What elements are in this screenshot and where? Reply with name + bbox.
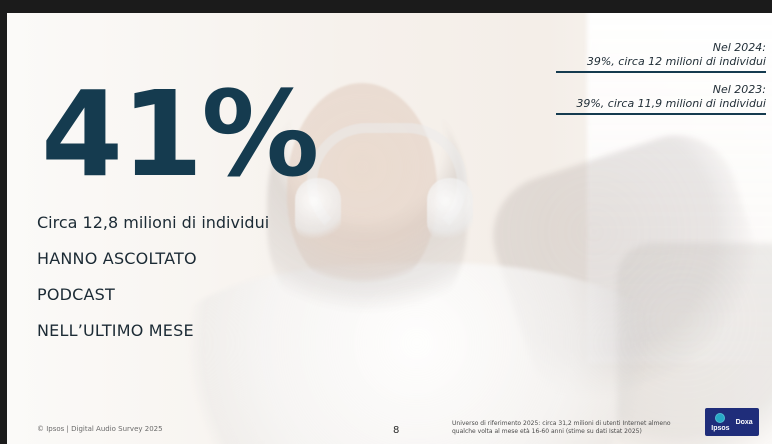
page-number: 8 [393, 425, 400, 436]
doxa-logo-text: Doxa [735, 418, 753, 426]
main-line-2: HANNO ASCOLTATO [37, 249, 197, 268]
ipsos-dot-icon [715, 412, 726, 423]
ipsos-doxa-logo: Ipsos Doxa [705, 408, 759, 436]
year-comparison: Nel 2024: 39%, circa 12 milioni di indiv… [556, 41, 766, 125]
ipsos-logo-mark: Ipsos [711, 412, 730, 432]
year-2024-title: Nel 2024: [712, 41, 766, 54]
big-percent-stat: 41% [41, 65, 319, 203]
main-statement: Circa 12,8 milioni di individui HANNO AS… [37, 205, 357, 349]
screen-frame: 41% Circa 12,8 milioni di individui HANN… [0, 0, 772, 444]
year-2024-value: 39%, circa 12 milioni di individui [556, 55, 766, 73]
year-2023-block: Nel 2023: 39%, circa 11,9 milioni di ind… [556, 83, 766, 115]
footer-copyright: © Ipsos | Digital Audio Survey 2025 [37, 425, 163, 433]
main-line-1: Circa 12,8 milioni di individui [37, 213, 270, 232]
background-right-earcup [427, 178, 473, 244]
main-line-3: PODCAST [37, 285, 116, 304]
background-arm-shadow [477, 120, 772, 416]
main-line-4: NELL’ULTIMO MESE [37, 321, 194, 340]
footer-universe-note: Universo di riferimento 2025: circa 31,2… [452, 420, 671, 435]
year-2023-value: 39%, circa 11,9 milioni di individui [556, 97, 766, 115]
year-2023-title: Nel 2023: [712, 83, 766, 96]
ipsos-logo-text: Ipsos [711, 424, 730, 432]
presentation-slide: 41% Circa 12,8 milioni di individui HANN… [7, 13, 772, 444]
year-2024-block: Nel 2024: 39%, circa 12 milioni di indiv… [556, 41, 766, 73]
